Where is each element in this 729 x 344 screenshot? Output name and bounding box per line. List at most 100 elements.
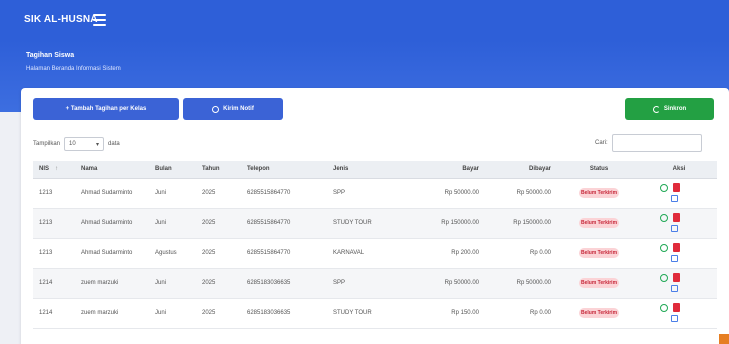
sync-icon (652, 105, 660, 113)
cell-dibayar: Rp 50000.00 (485, 268, 557, 299)
column-header-jenis[interactable]: Jenis (327, 161, 413, 179)
page-length-select[interactable]: 10 ▾ (64, 137, 105, 151)
show-suffix: data (108, 141, 120, 147)
table-header-row: NIS ↑ Nama Bulan Tahun Telepon Jenis Baya… (33, 161, 717, 179)
sort-asc-icon: ↑ (55, 166, 59, 173)
cell-nama: zuem marzuki (75, 298, 149, 329)
cell-status: Belum Terkirim (557, 238, 641, 269)
cell-status: Belum Terkirim (557, 208, 641, 239)
whatsapp-icon[interactable] (660, 304, 668, 312)
bills-table: NIS ↑ Nama Bulan Tahun Telepon Jenis Baya… (33, 161, 717, 329)
status-badge: Belum Terkirim (579, 218, 619, 228)
edit-icon[interactable] (671, 195, 678, 202)
cell-bulan: Juni (149, 208, 196, 239)
whatsapp-icon (212, 105, 220, 113)
column-header-bayar[interactable]: Bayar (413, 161, 485, 179)
cell-aksi (641, 178, 717, 209)
cell-tahun: 2025 (196, 298, 241, 329)
cell-nama: Ahmad Sudarminto (75, 178, 149, 209)
cell-nis: 1213 (33, 178, 75, 209)
cell-jenis: SPP (327, 178, 413, 209)
column-header-dibayar[interactable]: Dibayar (485, 161, 557, 179)
cell-jenis: STUDY TOUR (327, 208, 413, 239)
cell-dibayar: Rp 50000.00 (485, 178, 557, 209)
edit-icon[interactable] (671, 315, 678, 322)
trash-icon[interactable] (673, 273, 680, 282)
trash-icon[interactable] (673, 243, 680, 252)
cell-aksi (641, 208, 717, 239)
table-row: 1214 zuem marzuki Juni 2025 628518303663… (33, 268, 717, 299)
cell-telepon: 6285183036635 (241, 268, 327, 299)
whatsapp-icon[interactable] (660, 214, 668, 222)
whatsapp-icon[interactable] (660, 244, 668, 252)
column-header-aksi: Aksi (641, 161, 717, 179)
column-header-nis[interactable]: NIS ↑ (33, 161, 75, 179)
cell-telepon: 6285183036635 (241, 298, 327, 329)
trash-icon[interactable] (673, 303, 680, 312)
cell-dibayar: Rp 150000.00 (485, 208, 557, 239)
cell-bayar: Rp 200.00 (413, 238, 485, 269)
column-header-tahun[interactable]: Tahun (196, 161, 241, 179)
column-header-bulan[interactable]: Bulan (149, 161, 196, 179)
column-header-nama[interactable]: Nama (75, 161, 149, 179)
cell-nis: 1213 (33, 238, 75, 269)
cell-jenis: STUDY TOUR (327, 298, 413, 329)
cell-jenis: SPP (327, 268, 413, 299)
cell-telepon: 6285515864770 (241, 178, 327, 209)
scroll-to-top-button[interactable] (719, 334, 729, 344)
trash-icon[interactable] (673, 183, 680, 192)
send-notification-button[interactable]: Kirim Notif (183, 98, 283, 120)
cell-status: Belum Terkirim (557, 268, 641, 299)
chevron-down-icon: ▾ (96, 141, 100, 148)
status-badge: Belum Terkirim (579, 188, 619, 198)
cell-status: Belum Terkirim (557, 298, 641, 329)
cell-bayar: Rp 50000.00 (413, 178, 485, 209)
cell-aksi (641, 238, 717, 269)
search-control: Cari: (595, 134, 702, 152)
send-notification-label: Kirim Notif (223, 106, 254, 112)
status-badge: Belum Terkirim (579, 278, 619, 288)
cell-bulan: Agustus (149, 238, 196, 269)
column-header-telepon[interactable]: Telepon (241, 161, 327, 179)
cell-nis: 1214 (33, 298, 75, 329)
cell-nis: 1214 (33, 268, 75, 299)
edit-icon[interactable] (671, 285, 678, 292)
status-badge: Belum Terkirim (579, 248, 619, 258)
app-brand[interactable]: SIK AL-HUSNA (24, 14, 98, 25)
trash-icon[interactable] (673, 213, 680, 222)
cell-jenis: KARNAVAL (327, 238, 413, 269)
add-bill-per-class-button[interactable]: + Tambah Tagihan per Kelas (33, 98, 179, 120)
column-header-status[interactable]: Status (557, 161, 641, 179)
whatsapp-icon[interactable] (660, 184, 668, 192)
cell-aksi (641, 298, 717, 329)
search-label: Cari: (595, 140, 608, 146)
cell-dibayar: Rp 0.00 (485, 298, 557, 329)
cell-status: Belum Terkirim (557, 178, 641, 209)
cell-bayar: Rp 150000.00 (413, 208, 485, 239)
sync-label: Sinkron (663, 106, 687, 112)
content-card: + Tambah Tagihan per Kelas Kirim Notif S… (21, 88, 729, 344)
edit-icon[interactable] (671, 255, 678, 262)
top-navbar: SIK AL-HUSNA (0, 0, 729, 40)
cell-nama: Ahmad Sudarminto (75, 238, 149, 269)
page-subtitle: Halaman Beranda Informasi Sistem (26, 66, 121, 72)
whatsapp-icon[interactable] (660, 274, 668, 282)
edit-icon[interactable] (671, 225, 678, 232)
table-row: 1213 Ahmad Sudarminto Agustus 2025 62855… (33, 238, 717, 269)
cell-bulan: Juni (149, 178, 196, 209)
menu-toggle-icon[interactable] (93, 14, 106, 26)
cell-tahun: 2025 (196, 208, 241, 239)
cell-nama: Ahmad Sudarminto (75, 208, 149, 239)
cell-nama: zuem marzuki (75, 268, 149, 299)
page-length-control: Tampilkan 10 ▾ data (33, 137, 120, 151)
cell-telepon: 6285515864770 (241, 208, 327, 239)
cell-bayar: Rp 150.00 (413, 298, 485, 329)
show-prefix: Tampilkan (33, 141, 61, 147)
cell-bayar: Rp 50000.00 (413, 268, 485, 299)
page-title: Tagihan Siswa (26, 52, 75, 59)
cell-tahun: 2025 (196, 268, 241, 299)
cell-bulan: Juni (149, 298, 196, 329)
cell-aksi (641, 268, 717, 299)
search-input[interactable] (611, 134, 702, 152)
sync-button[interactable]: Sinkron (625, 98, 714, 120)
